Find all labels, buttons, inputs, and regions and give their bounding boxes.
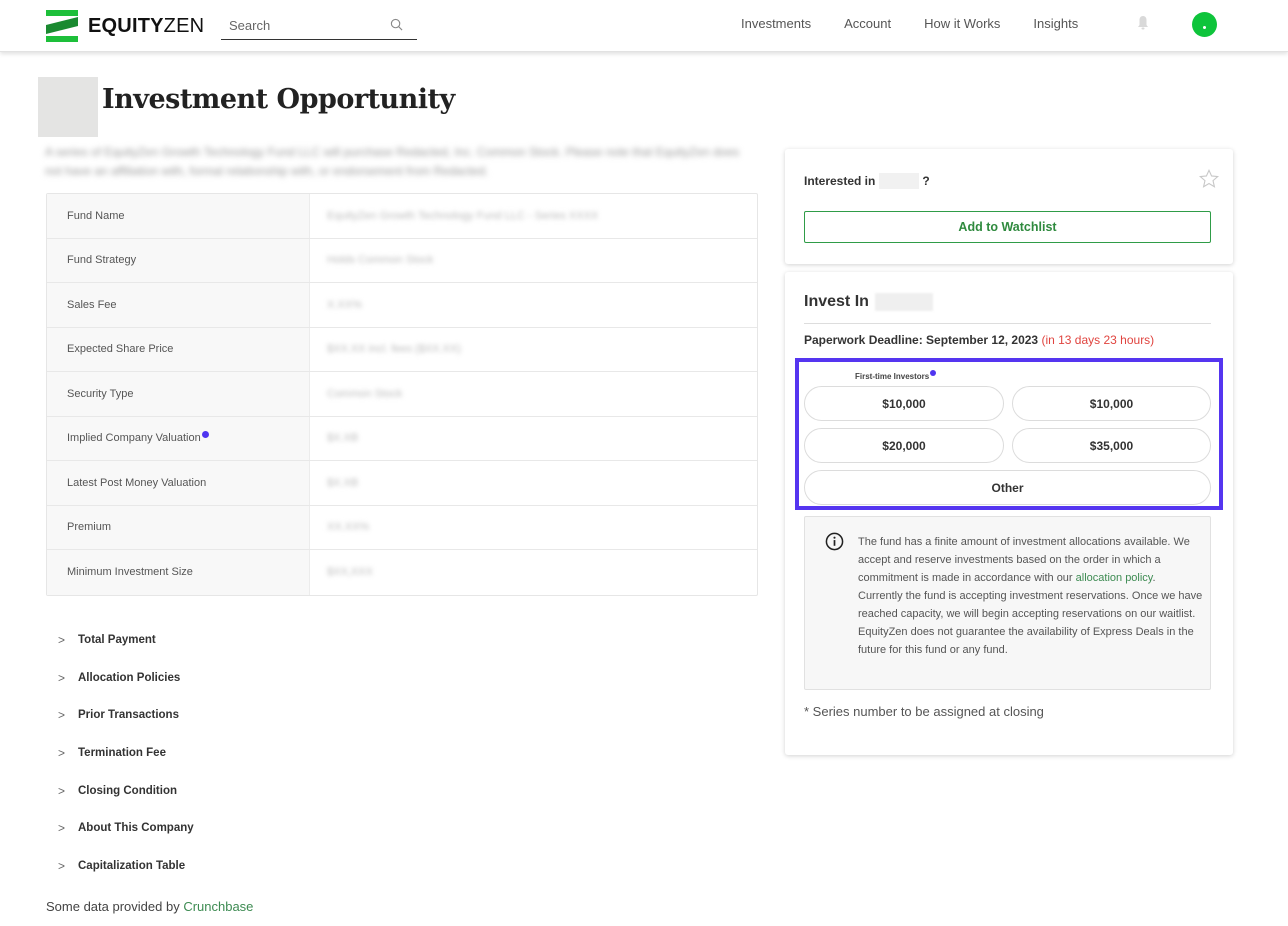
table-row: Expected Share Price $XX.XX incl. fees ($… (47, 327, 757, 372)
row-label: Fund Name (47, 194, 310, 238)
row-value: Common Stock (327, 387, 403, 400)
amount-option[interactable]: $35,000 (1012, 428, 1211, 463)
series-note: * Series number to be assigned at closin… (804, 704, 1044, 719)
crunchbase-link[interactable]: Crunchbase (183, 899, 253, 914)
accordion-total-payment[interactable]: > Total Payment (58, 621, 194, 659)
search-icon[interactable] (390, 18, 403, 31)
amount-option-other[interactable]: Other (804, 470, 1211, 505)
search-box (221, 12, 417, 40)
info-icon[interactable] (930, 370, 937, 376)
star-icon[interactable] (1198, 168, 1220, 190)
paperwork-deadline: Paperwork Deadline: September 12, 2023 (… (804, 333, 1155, 347)
watchlist-card: Interested in ? Add to Watchlist (785, 149, 1233, 264)
nav-account[interactable]: Account (844, 16, 891, 31)
row-value: $X.XB (327, 432, 359, 445)
divider (804, 323, 1211, 324)
chevron-right-icon: > (58, 670, 66, 685)
row-label: Minimum Investment Size (47, 550, 310, 595)
row-value: EquityZen Growth Technology Fund LLC - S… (327, 209, 599, 222)
allocation-policy-link[interactable]: allocation policy (1076, 572, 1153, 584)
nav-insights[interactable]: Insights (1033, 16, 1078, 31)
info-icon[interactable] (201, 430, 209, 438)
nav-investments[interactable]: Investments (741, 16, 811, 31)
row-value: X.XX% (327, 298, 362, 311)
logo-wordmark: EQUITYZEN (88, 14, 205, 37)
notice-text: The fund has a finite amount of investme… (858, 536, 1203, 656)
data-attribution: Some data provided by Crunchbase (46, 899, 254, 914)
nav-how-it-works[interactable]: How it Works (924, 16, 1000, 31)
invest-card: Invest In Paperwork Deadline: September … (785, 272, 1233, 755)
chevron-right-icon: > (58, 708, 66, 723)
add-to-watchlist-button[interactable]: Add to Watchlist (804, 211, 1211, 243)
info-circle-icon (825, 532, 844, 551)
row-label: Sales Fee (47, 283, 310, 327)
row-label: Latest Post Money Valuation (47, 461, 310, 505)
allocation-notice: The fund has a finite amount of investme… (804, 516, 1211, 690)
chevron-right-icon: > (58, 783, 66, 798)
table-row: Sales Fee X.XX% (47, 283, 757, 328)
interested-heading: Interested in ? (804, 173, 930, 189)
table-row: Premium XX.XX% (47, 505, 757, 550)
investment-amount-selector: First-time Investors $10,000 $10,000 $20… (795, 358, 1223, 510)
logo-mark-icon (46, 10, 78, 42)
accordion-termination-fee[interactable]: > Termination Fee (58, 734, 194, 772)
row-label: Expected Share Price (47, 327, 310, 371)
row-value: $XX.XX incl. fees ($XX.XX) (327, 343, 461, 356)
row-value: $XX,XXX (327, 566, 373, 579)
table-row: Implied Company Valuation $X.XB (47, 416, 757, 461)
row-label: Security Type (47, 372, 310, 416)
first-time-investors-label: First-time Investors (855, 370, 937, 381)
search-input[interactable] (221, 12, 386, 38)
chevron-right-icon: > (58, 858, 66, 873)
amount-option[interactable]: $20,000 (804, 428, 1004, 463)
company-logo (38, 77, 98, 137)
chevron-right-icon: > (58, 745, 66, 760)
accordion-capitalization-table[interactable]: > Capitalization Table (58, 847, 194, 885)
main-nav: Investments Account How it Works Insight… (741, 16, 1111, 31)
row-label: Implied Company Valuation (47, 416, 310, 460)
fund-details-table: Fund Name EquityZen Growth Technology Fun… (46, 193, 758, 596)
avatar[interactable] (1192, 12, 1217, 37)
deal-description: A series of EquityZen Growth Technology … (45, 145, 740, 178)
table-row: Fund Name EquityZen Growth Technology Fun… (47, 194, 757, 239)
row-label: Fund Strategy (47, 238, 310, 282)
accordion-allocation-policies[interactable]: > Allocation Policies (58, 659, 194, 697)
deadline-countdown: (in 13 days 23 hours) (1041, 333, 1155, 347)
table-row: Latest Post Money Valuation $X.XB (47, 461, 757, 506)
table-row: Fund Strategy Holds Common Stock (47, 238, 757, 283)
bell-icon[interactable] (1137, 15, 1149, 30)
chevron-right-icon: > (58, 632, 66, 647)
accordion-about-company[interactable]: > About This Company (58, 809, 194, 847)
redacted-company-name (874, 293, 933, 311)
top-nav-bar: EQUITYZEN Investments Account How it Wor… (0, 0, 1288, 52)
amount-option-first-time[interactable]: $10,000 (804, 386, 1004, 421)
equityzen-logo[interactable]: EQUITYZEN (46, 10, 204, 42)
row-value: $X.XB (327, 476, 359, 489)
page-title: Investment Opportunity (102, 84, 455, 115)
chevron-right-icon: > (58, 821, 66, 836)
invest-heading: Invest In (804, 293, 933, 311)
table-row: Minimum Investment Size $XX,XXX (47, 550, 757, 595)
accordion-list: > Total Payment > Allocation Policies > Pri… (58, 621, 194, 885)
table-row: Security Type Common Stock (47, 372, 757, 417)
row-value: Holds Common Stock (327, 254, 434, 267)
row-label: Premium (47, 505, 310, 549)
amount-option[interactable]: $10,000 (1012, 386, 1211, 421)
row-value: XX.XX% (327, 521, 370, 534)
redacted-company-name (879, 173, 920, 189)
accordion-closing-condition[interactable]: > Closing Condition (58, 772, 194, 810)
accordion-prior-transactions[interactable]: > Prior Transactions (58, 696, 194, 734)
